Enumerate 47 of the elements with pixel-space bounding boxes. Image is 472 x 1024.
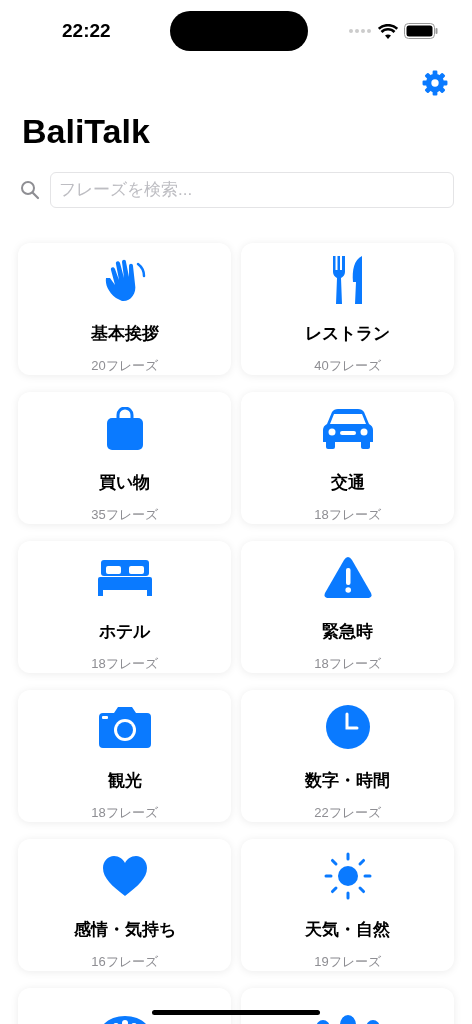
phrase-count: 20フレーズ [91,357,158,375]
category-title: 緊急時 [322,621,373,643]
settings-icon[interactable] [422,70,448,96]
phrase-count: 35フレーズ [91,506,158,524]
phrase-count: 18フレーズ [314,655,381,673]
phrase-count: 22フレーズ [314,804,381,822]
sun-icon [323,851,372,900]
bag-icon [104,406,145,451]
category-title: 基本挨拶 [90,323,159,345]
phrase-count: 18フレーズ [91,804,158,822]
clock-icon [324,703,371,750]
search-field[interactable]: フレーズを検索... [50,172,454,208]
category-title: 観光 [107,770,142,792]
phrase-count: 16フレーズ [91,953,158,971]
category-card[interactable]: 天気・自然 19フレーズ [241,839,454,971]
category-card[interactable]: 感情・気持ち 16フレーズ [18,839,231,971]
phrase-count: 18フレーズ [314,506,381,524]
phrase-count: 40フレーズ [314,357,381,375]
search-icon[interactable] [20,180,40,200]
phrase-count: 18フレーズ [91,655,158,673]
category-card[interactable]: 基本挨拶 20フレーズ [18,243,231,375]
category-title: 天気・自然 [305,919,390,941]
category-title: 交通 [330,472,365,494]
category-card[interactable]: 交通 18フレーズ [241,392,454,524]
warning-icon [323,556,372,599]
category-card[interactable]: ホテル 18フレーズ [18,541,231,673]
category-title: 数字・時間 [305,770,390,792]
app-title: BaliTalk [22,112,151,152]
category-title: レストラン [305,323,390,345]
camera-icon [97,704,152,749]
category-card[interactable]: 買い物 35フレーズ [18,392,231,524]
wifi-icon [378,23,398,39]
car-icon [321,407,374,450]
category-card[interactable]: 数字・時間 22フレーズ [241,690,454,822]
battery-icon [404,23,438,39]
category-card[interactable]: 観光 18フレーズ [18,690,231,822]
phrase-count: 19フレーズ [314,953,381,971]
bed-icon [96,559,153,596]
category-title: ホテル [99,621,150,643]
category-card[interactable]: 緊急時 18フレーズ [241,541,454,673]
heart-icon [101,854,148,897]
category-card[interactable]: レストラン 40フレーズ [241,243,454,375]
status-time: 22:22 [62,20,111,42]
category-title: 買い物 [99,472,150,494]
fork-knife-icon [331,253,364,306]
signal-icon [348,28,372,34]
category-title: 感情・気持ち [73,919,176,941]
